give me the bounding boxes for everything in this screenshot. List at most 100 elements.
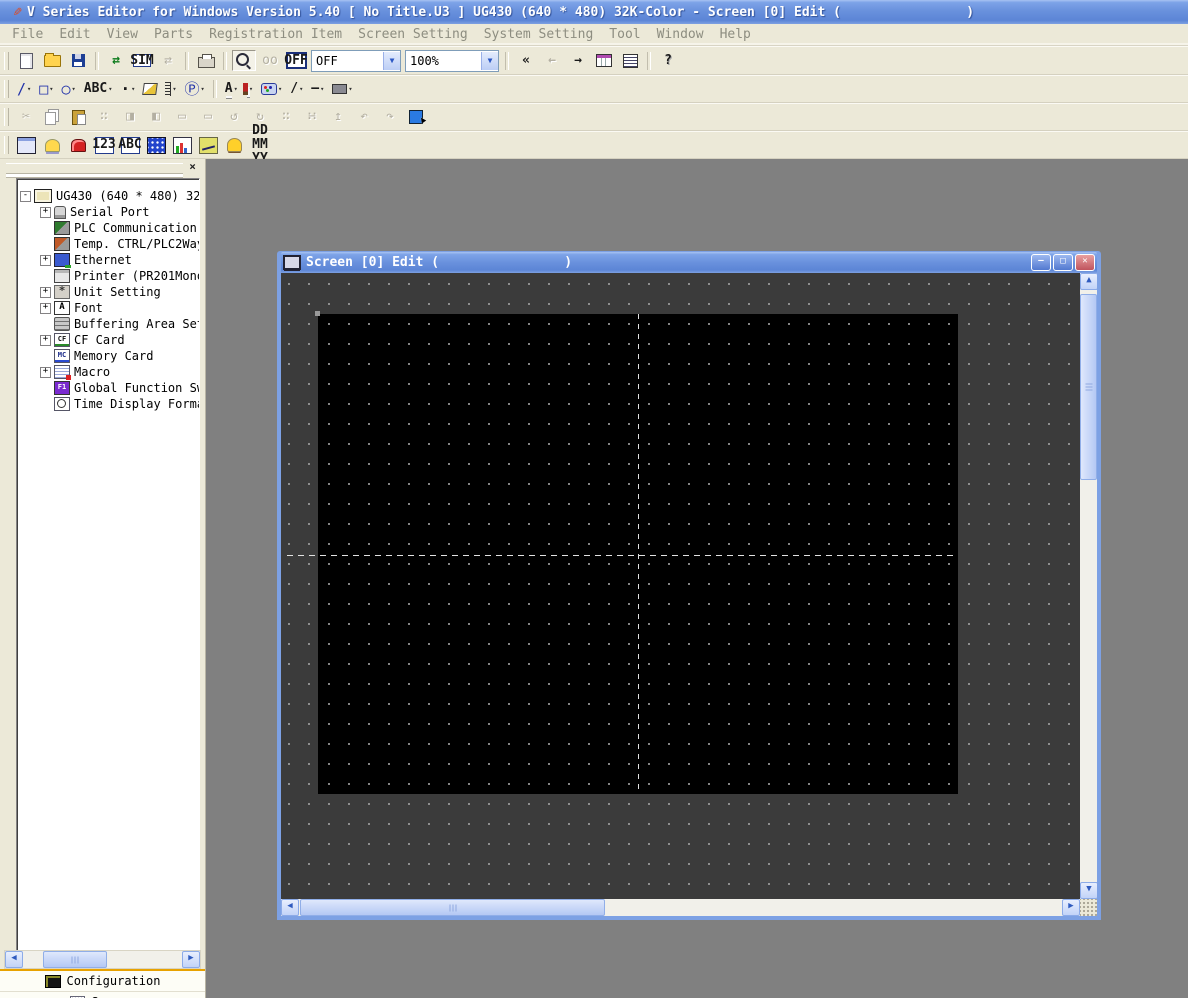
menu-parts[interactable]: Parts bbox=[146, 25, 201, 44]
close-button[interactable]: ✕ bbox=[1075, 254, 1095, 271]
next-screen-button[interactable]: → bbox=[566, 50, 590, 71]
tree-expander[interactable]: + bbox=[40, 287, 51, 298]
dot-tool-button[interactable]: · ▾ bbox=[117, 79, 138, 100]
alarm-part-button[interactable] bbox=[66, 135, 90, 156]
tree-item[interactable]: MC Memory Card bbox=[20, 348, 199, 364]
screen-list-button[interactable] bbox=[592, 50, 616, 71]
menu-edit[interactable]: Edit bbox=[51, 25, 98, 44]
item-list-button[interactable] bbox=[618, 50, 642, 71]
circle-tool-button[interactable]: ○ ▾ bbox=[59, 79, 79, 100]
chevron-down-icon[interactable]: ▼ bbox=[383, 52, 400, 70]
zoom-level-select[interactable]: 100% ▼ bbox=[405, 50, 499, 72]
lamp-part-button[interactable] bbox=[40, 135, 64, 156]
new-button[interactable] bbox=[14, 50, 38, 71]
scroll-left-icon[interactable]: ◀ bbox=[5, 951, 23, 968]
scroll-down-icon[interactable]: ▼ bbox=[1080, 882, 1097, 899]
keypad-part-button[interactable] bbox=[144, 135, 168, 156]
cut-button[interactable]: ✂ bbox=[14, 107, 38, 128]
parts-place-button[interactable]: Ⓟ ▾ bbox=[182, 79, 208, 100]
tree-item[interactable]: Buffering Area Sett bbox=[20, 316, 199, 332]
scrollbar-track[interactable] bbox=[299, 899, 1062, 916]
numeric-display-part-button[interactable]: 123 bbox=[92, 135, 116, 156]
copy-button[interactable] bbox=[40, 107, 64, 128]
help-button[interactable]: ? bbox=[656, 50, 680, 71]
scrollbar-thumb[interactable] bbox=[300, 899, 605, 916]
toolbar-grip[interactable] bbox=[4, 80, 9, 98]
tree-item[interactable]: + Serial Port bbox=[20, 204, 199, 220]
tree-item[interactable]: + * Unit Setting bbox=[20, 284, 199, 300]
screen-window-titlebar[interactable]: Screen [0] Edit ( ) — □ ✕ bbox=[281, 252, 1097, 273]
tree-expander[interactable]: + bbox=[40, 207, 51, 218]
date-display-part-button[interactable]: DD MM YY bbox=[248, 135, 272, 156]
menu-system-setting[interactable]: System Setting bbox=[476, 25, 602, 44]
arrange-button[interactable]: ∺ bbox=[300, 107, 324, 128]
menu-registration-item[interactable]: Registration Item bbox=[201, 25, 350, 44]
statistic-part-button[interactable] bbox=[196, 135, 220, 156]
bring-to-front-button[interactable]: ◨ bbox=[118, 107, 142, 128]
tree-expander[interactable]: + bbox=[40, 303, 51, 314]
menu-file[interactable]: File bbox=[4, 25, 51, 44]
scroll-right-icon[interactable]: ▶ bbox=[1062, 899, 1080, 916]
scale-tool-button[interactable]: ▾ bbox=[162, 79, 179, 100]
tree-item[interactable]: + Ethernet bbox=[20, 252, 199, 268]
toolbar-grip[interactable] bbox=[4, 108, 9, 126]
maximize-button[interactable]: □ bbox=[1053, 254, 1073, 271]
rect-tool-button[interactable]: □ ▾ bbox=[36, 79, 56, 100]
scroll-up-icon[interactable]: ▲ bbox=[1080, 273, 1097, 290]
menu-window[interactable]: Window bbox=[649, 25, 712, 44]
panel-close-button[interactable]: × bbox=[186, 161, 199, 174]
char-display-part-button[interactable]: ABC bbox=[118, 135, 142, 156]
buzzer-part-button[interactable] bbox=[222, 135, 246, 156]
undo-button[interactable]: ↶ bbox=[352, 107, 376, 128]
screen-jump-button[interactable]: « bbox=[514, 50, 538, 71]
tree-item[interactable]: F1 Global Function Swi bbox=[20, 380, 199, 396]
tree-expander[interactable]: - bbox=[20, 191, 31, 202]
horizontal-scrollbar[interactable]: ◀ ▶ bbox=[281, 899, 1080, 916]
open-button[interactable] bbox=[40, 50, 64, 71]
zoom-button[interactable] bbox=[232, 50, 256, 71]
resize-grip[interactable] bbox=[1080, 899, 1097, 916]
send-to-back-button[interactable]: ◧ bbox=[144, 107, 168, 128]
edit-canvas[interactable] bbox=[281, 273, 1080, 899]
menu-screen-setting[interactable]: Screen Setting bbox=[350, 25, 476, 44]
tree-item[interactable]: Time Display Format bbox=[20, 396, 199, 412]
graph-part-button[interactable] bbox=[170, 135, 194, 156]
tree-item[interactable]: + CF CF Card bbox=[20, 332, 199, 348]
print-button[interactable] bbox=[194, 50, 218, 71]
tree-item[interactable]: + Macro bbox=[20, 364, 199, 380]
pen-color-button[interactable]: ▾ bbox=[243, 79, 256, 100]
simulator-button[interactable]: SIM bbox=[130, 50, 154, 71]
panel-horizontal-scrollbar[interactable]: ◀ ▶ bbox=[4, 950, 201, 969]
panel-drag-handle[interactable] bbox=[6, 163, 183, 174]
chevron-down-icon[interactable]: ▼ bbox=[481, 52, 498, 70]
line-style-button[interactable]: / ▾ bbox=[287, 79, 306, 100]
multi-copy-button[interactable]: ∷ bbox=[92, 107, 116, 128]
toolbar-grip[interactable] bbox=[4, 136, 9, 154]
scroll-left-icon[interactable]: ◀ bbox=[281, 899, 299, 916]
menu-tool[interactable]: Tool bbox=[601, 25, 648, 44]
scroll-right-icon[interactable]: ▶ bbox=[182, 951, 200, 968]
paste-button[interactable] bbox=[66, 107, 90, 128]
scrollbar-track[interactable] bbox=[1080, 290, 1097, 882]
tab-configuration[interactable]: Configuration bbox=[0, 971, 205, 991]
upload-button[interactable]: ⇄ bbox=[156, 50, 180, 71]
ungroup-button[interactable]: ▭ bbox=[196, 107, 220, 128]
tree-expander[interactable]: + bbox=[40, 255, 51, 266]
line-width-button[interactable]: — ▾ bbox=[308, 79, 327, 100]
scrollbar-thumb[interactable] bbox=[43, 951, 107, 968]
rotate-left-button[interactable]: ↺ bbox=[222, 107, 246, 128]
scrollbar-thumb[interactable] bbox=[1080, 294, 1097, 480]
tree-expander[interactable]: + bbox=[40, 335, 51, 346]
display-change-button[interactable]: oo bbox=[258, 50, 282, 71]
vertex-edit-button[interactable]: ↥ bbox=[326, 107, 350, 128]
tree-item[interactable]: PLC Communication(M bbox=[20, 220, 199, 236]
align-button[interactable]: ∷ bbox=[274, 107, 298, 128]
scrollbar-track[interactable] bbox=[23, 951, 182, 968]
tree-item[interactable]: + A Font bbox=[20, 300, 199, 316]
tree-expander[interactable]: + bbox=[40, 367, 51, 378]
tab-screen[interactable]: Screen bbox=[0, 991, 205, 998]
toolbar-grip[interactable] bbox=[4, 52, 9, 70]
grid-mode-select[interactable]: OFF ▼ bbox=[311, 50, 401, 72]
previous-screen-button[interactable]: ← bbox=[540, 50, 564, 71]
group-button[interactable]: ▭ bbox=[170, 107, 194, 128]
